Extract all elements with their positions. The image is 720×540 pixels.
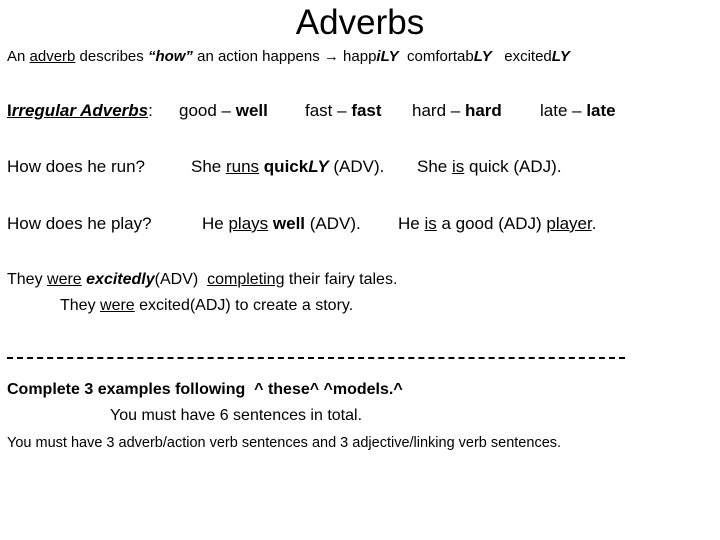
run-adverb-sentence: She runs quickLY (ADV). — [191, 157, 384, 177]
adv-tag: (ADV). — [305, 214, 361, 233]
pair-adverb: fast — [351, 101, 382, 120]
example-suffix: LY — [551, 48, 570, 65]
example-suffix: iLY — [376, 48, 399, 65]
action-verb: runs — [225, 157, 260, 176]
adj-rest: quick (ADJ). — [464, 157, 562, 176]
adverb: excitedly — [86, 271, 155, 288]
detail-instruction: You must have 3 adverb/action verb sente… — [7, 435, 562, 451]
example-suffix: LY — [473, 48, 492, 65]
linking-verb: is — [424, 214, 437, 233]
play-adverb-sentence: He plays well (ADV). — [202, 214, 361, 234]
arrow-right-icon: → — [323, 48, 339, 65]
pair-adverb: hard — [464, 101, 502, 120]
irregular-pair: fast – fast — [305, 101, 382, 121]
dashed-divider — [7, 357, 625, 359]
adv-tag: (ADV) — [154, 271, 208, 288]
adverb-definition: An adverb describes “how” an action happ… — [7, 48, 570, 66]
adverb: well — [272, 214, 306, 233]
noun: player — [546, 214, 592, 233]
play-question: How does he play? — [7, 214, 152, 233]
pair-adverb: late — [586, 101, 616, 120]
subject: She — [417, 157, 452, 176]
adverb-term: adverb — [29, 48, 76, 65]
linking-verb: is — [451, 157, 465, 176]
subject: He — [398, 214, 425, 233]
example-stem: comfortab — [398, 48, 474, 65]
adverb-stem: quick — [263, 157, 309, 176]
excitedly-sentence: They were excitedly(ADV) completing thei… — [7, 270, 397, 289]
pair-base: fast – — [305, 101, 352, 120]
total-instruction: You must have 6 sentences in total. — [110, 407, 363, 424]
verb: were — [47, 271, 82, 288]
play-adjective-sentence: He is a good (ADJ) player. — [398, 214, 596, 234]
label-colon: : — [148, 101, 153, 120]
participle: completing — [207, 271, 285, 288]
example-stem: excited — [491, 48, 552, 65]
text: an action happens — [192, 48, 324, 65]
complete-instruction: Complete 3 examples following ^ these^ ^… — [7, 381, 403, 398]
irregular-pair: late – late — [540, 101, 616, 121]
run-adjective-sentence: She is quick (ADJ). — [417, 157, 562, 177]
irregular-pair: good – well — [179, 101, 268, 121]
adv-tag: (ADV). — [328, 157, 385, 176]
irregular-pair: hard – hard — [412, 101, 502, 121]
label-rest: rregular Adverbs — [11, 101, 149, 120]
pair-base: late – — [540, 101, 587, 120]
action-verb: plays — [228, 214, 269, 233]
how-emphasis: “how” — [147, 48, 193, 65]
page-title: Adverbs — [295, 3, 425, 42]
pair-adverb: well — [235, 101, 268, 120]
period: . — [591, 214, 597, 233]
rest: excited(ADJ) to create a story. — [134, 297, 354, 314]
pair-base: hard – — [412, 101, 465, 120]
excited-sentence: They were excited(ADJ) to create a story… — [60, 296, 353, 315]
subject: They — [60, 297, 101, 314]
verb: were — [100, 297, 135, 314]
example-stem: happ — [338, 48, 377, 65]
run-question: How does he run? — [7, 157, 145, 176]
subject: He — [202, 214, 229, 233]
text: describes — [75, 48, 148, 65]
pair-base: good – — [179, 101, 236, 120]
adverb-suffix: LY — [308, 157, 329, 176]
text: An — [7, 48, 30, 65]
rest: their fairy tales. — [284, 271, 398, 288]
subject: She — [191, 157, 226, 176]
subject: They — [7, 271, 48, 288]
irregular-adverbs-label: Irregular Adverbs: — [7, 101, 153, 121]
adj-rest: a good (ADJ) — [436, 214, 547, 233]
